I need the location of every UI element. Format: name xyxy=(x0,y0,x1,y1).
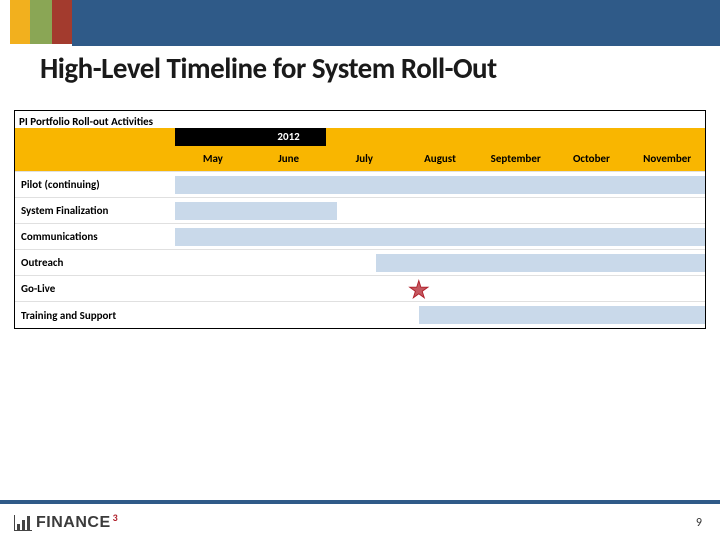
logo-text: FINANCE xyxy=(36,514,111,532)
year-band-center: 2012 xyxy=(251,128,327,146)
year-band-row: 2012 xyxy=(15,128,705,146)
gantt-bar xyxy=(175,228,705,246)
month-november: November xyxy=(629,146,705,171)
table-row: Communications xyxy=(15,224,705,250)
accent-block-olive xyxy=(30,0,52,44)
gantt-rows: Pilot (continuing)System FinalizationCom… xyxy=(15,172,705,328)
month-october: October xyxy=(554,146,630,171)
accent-block-red xyxy=(52,0,72,44)
months-header-spacer xyxy=(15,146,175,171)
month-june: June xyxy=(251,146,327,171)
table-caption: PI Portfolio Roll-out Activities xyxy=(15,111,157,128)
year-label: 2012 xyxy=(277,130,299,143)
table-row: System Finalization xyxy=(15,198,705,224)
year-band-right xyxy=(326,128,705,146)
row-label: Training and Support xyxy=(15,302,175,328)
gantt-bar xyxy=(175,176,705,194)
row-label: Communications xyxy=(15,224,175,249)
gantt-bar xyxy=(376,254,705,272)
row-label: Pilot (continuing) xyxy=(15,172,175,197)
row-track xyxy=(175,250,705,275)
row-track xyxy=(175,276,705,301)
year-band-spacer xyxy=(15,128,175,146)
logo-superscript: 3 xyxy=(113,511,118,524)
row-label: Go-Live xyxy=(15,276,175,301)
table-row: Outreach xyxy=(15,250,705,276)
header-bar-blue xyxy=(72,0,720,44)
page-number: 9 xyxy=(696,516,702,530)
footer-logo: FINANCE 3 xyxy=(14,514,120,532)
table-row: Training and Support xyxy=(15,302,705,328)
table-caption-row: PI Portfolio Roll-out Activities xyxy=(15,111,705,128)
row-label: System Finalization xyxy=(15,198,175,223)
year-band-left xyxy=(175,128,251,146)
table-row: Go-Live xyxy=(15,276,705,302)
table-row: Pilot (continuing) xyxy=(15,172,705,198)
months-header-row: May June July August September October N… xyxy=(15,146,705,172)
row-track xyxy=(175,302,705,328)
header-color-blocks xyxy=(0,0,720,44)
row-label: Outreach xyxy=(15,250,175,275)
header-underline xyxy=(72,44,720,46)
row-track xyxy=(175,172,705,197)
row-track xyxy=(175,224,705,249)
month-september: September xyxy=(478,146,554,171)
slide-title: High-Level Timeline for System Roll-Out xyxy=(40,50,497,86)
logo-bars-icon xyxy=(14,515,32,531)
accent-block-gold xyxy=(10,0,30,44)
gantt-bar xyxy=(175,202,337,220)
gantt-table: PI Portfolio Roll-out Activities 2012 Ma… xyxy=(14,110,706,329)
row-track xyxy=(175,198,705,223)
footer-rule xyxy=(0,500,720,504)
gantt-bar xyxy=(419,306,705,324)
month-may: May xyxy=(175,146,251,171)
month-july: July xyxy=(326,146,402,171)
month-august: August xyxy=(402,146,478,171)
